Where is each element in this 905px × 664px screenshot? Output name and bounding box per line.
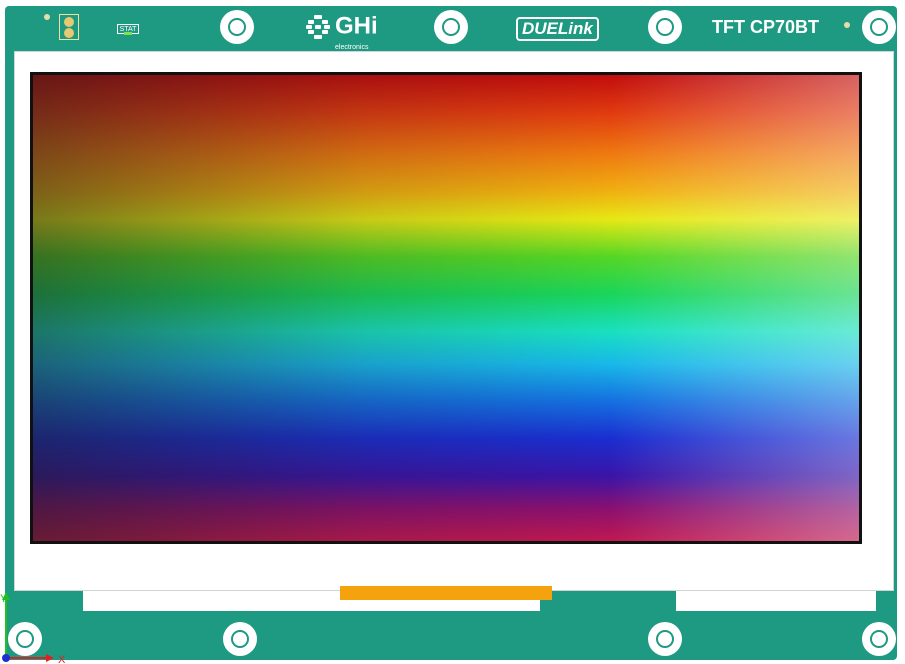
status-led	[124, 32, 132, 35]
model-label: TFT CP70BT	[712, 17, 820, 37]
y-axis-label: Y	[0, 593, 8, 605]
flex-ribbon-cable	[340, 586, 552, 600]
mounting-hole	[220, 10, 254, 44]
mounting-hole	[862, 10, 896, 44]
mounting-hole	[223, 622, 257, 656]
indicator-dot	[844, 22, 850, 28]
x-axis-label: X	[58, 654, 66, 664]
connector-pin	[64, 28, 74, 38]
connector-pin	[64, 17, 74, 27]
indicator-dot	[44, 14, 50, 20]
ghi-logo-icon	[306, 15, 330, 39]
axis-indicator-icon: Y X	[0, 592, 66, 664]
duelink-logo: DUELink	[516, 17, 599, 41]
mounting-hole	[862, 622, 896, 656]
ghi-logo: GHi electronics	[305, 14, 378, 51]
axis-origin	[2, 654, 10, 662]
board-cutout	[676, 591, 876, 611]
display-frame	[30, 72, 862, 544]
mounting-hole	[648, 622, 682, 656]
pin-connector	[59, 14, 79, 40]
display-screen[interactable]	[33, 75, 859, 541]
mounting-hole	[434, 10, 468, 44]
x-axis-arrow	[46, 654, 54, 662]
mounting-hole	[648, 10, 682, 44]
